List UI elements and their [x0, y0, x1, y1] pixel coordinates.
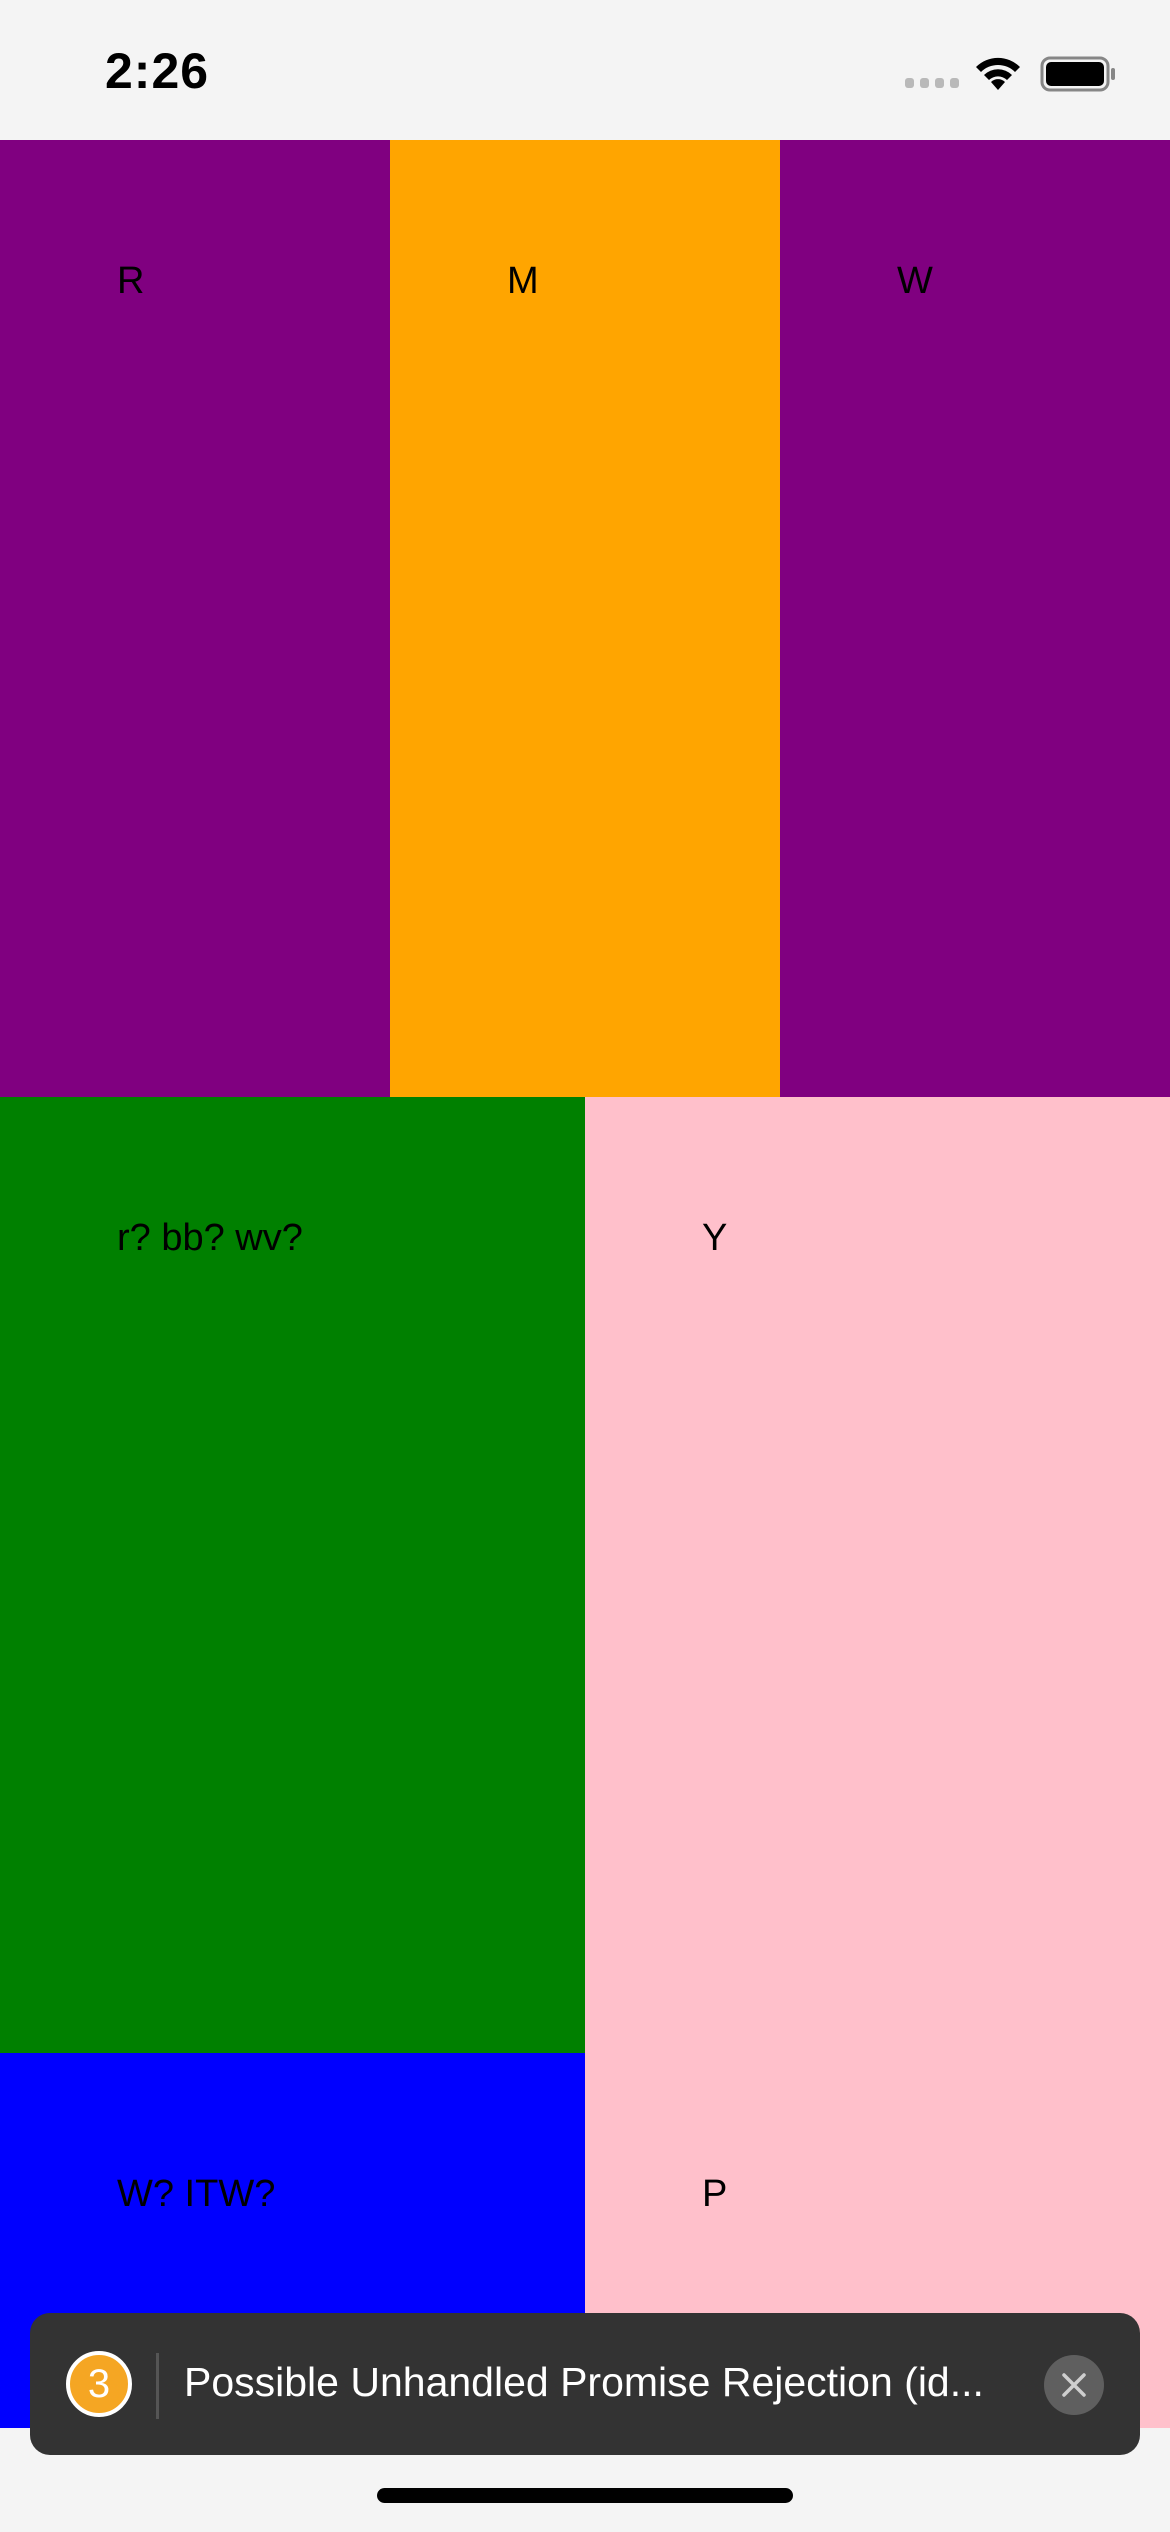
cell-label-r: R — [117, 260, 145, 302]
error-toast[interactable]: 3 Possible Unhandled Promise Rejection (… — [30, 2313, 1140, 2455]
cell-label-witw: W? ITW? — [117, 2173, 276, 2215]
cell-y: Y — [585, 1097, 1170, 2053]
cell-label-m: M — [507, 260, 539, 302]
dismiss-toast-button[interactable] — [1044, 2355, 1104, 2415]
status-time: 2:26 — [105, 43, 210, 99]
cell-r: R — [0, 140, 390, 1097]
status-bar: 2:26 — [0, 0, 1170, 140]
toast-message[interactable]: Possible Unhandled Promise Rejection (id… — [184, 2359, 1054, 2406]
close-icon — [1062, 2373, 1086, 2397]
cellular-signal-icon — [905, 78, 959, 88]
cell-label-y: Y — [702, 1217, 728, 1259]
cell-m: M — [390, 140, 780, 1097]
error-count-badge: 3 — [66, 2351, 132, 2417]
battery-icon — [1040, 56, 1115, 92]
wifi-icon — [976, 57, 1020, 90]
cell-w: W — [780, 140, 1170, 1097]
home-indicator[interactable] — [377, 2488, 793, 2503]
cell-rbbwv: r? bb? wv? — [0, 1097, 585, 2053]
cell-label-rbbwv: r? bb? wv? — [117, 1217, 303, 1259]
cell-label-p: P — [702, 2173, 728, 2215]
toast-divider — [156, 2353, 159, 2419]
cell-label-w: W — [897, 260, 933, 302]
